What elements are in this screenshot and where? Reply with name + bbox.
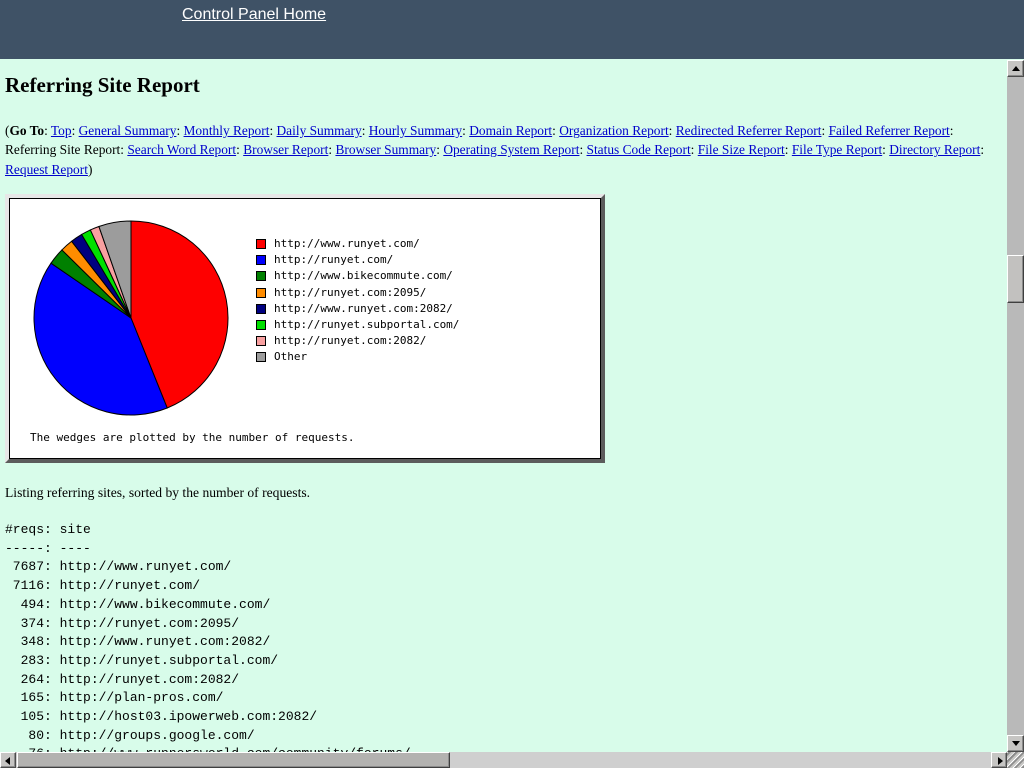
legend-label: http://runyet.com:2095/ [274,286,426,299]
nav-link-daily-summary[interactable]: Daily Summary [277,123,362,138]
legend-label: http://runyet.com:2082/ [274,334,426,347]
listing-intro-text: Listing referring sites, sorted by the n… [5,485,310,501]
vertical-scrollbar-thumb[interactable] [1007,255,1024,303]
nav-link-general-summary[interactable]: General Summary [79,123,177,138]
nav-current-page: Referring Site Report [5,142,120,157]
referring-sites-table: #reqs: site -----: ---- 7687: http://www… [5,521,411,752]
nav-link-browser-report[interactable]: Browser Report [243,142,328,157]
legend-swatch-icon [256,320,266,330]
horizontal-scrollbar-thumb[interactable] [17,752,450,768]
horizontal-scrollbar[interactable] [0,752,1007,768]
goto-label: Go To [9,123,44,138]
nav-link-domain-report[interactable]: Domain Report [469,123,552,138]
legend-swatch-icon [256,271,266,281]
nav-link-hourly-summary[interactable]: Hourly Summary [369,123,462,138]
arrow-right-icon [998,757,1003,765]
pie-chart-note: The wedges are plotted by the number of … [30,431,355,444]
nav-link-browser-summary[interactable]: Browser Summary [335,142,436,157]
page-title: Referring Site Report [5,73,200,98]
legend-label: http://www.runyet.com/ [274,237,420,250]
nav-link-request-report[interactable]: Request Report [5,162,88,177]
legend-label: http://www.bikecommute.com/ [274,269,453,282]
nav-link-failed-referrer-report[interactable]: Failed Referrer Report [829,123,950,138]
legend-swatch-icon [256,255,266,265]
nav-link-organization-report[interactable]: Organization Report [559,123,668,138]
nav-link-status-code-report[interactable]: Status Code Report [587,142,691,157]
nav-link-redirected-referrer-report[interactable]: Redirected Referrer Report [676,123,822,138]
goto-nav: (Go To: Top: General Summary: Monthly Re… [5,121,1007,179]
scroll-down-button[interactable] [1007,735,1024,752]
scroll-right-button[interactable] [991,752,1007,768]
report-frame: Referring Site Report (Go To: Top: Gener… [0,60,1007,752]
legend-swatch-icon [256,352,266,362]
legend-label: http://runyet.subportal.com/ [274,318,459,331]
control-panel-topbar: Control Panel Home [0,0,1024,59]
arrow-down-icon [1012,741,1020,746]
legend-label: Other [274,350,307,363]
nav-link-file-size-report[interactable]: File Size Report [698,142,785,157]
resize-grip-icon [1007,752,1024,768]
legend-swatch-icon [256,336,266,346]
vertical-scrollbar[interactable] [1007,60,1024,752]
arrow-left-icon [5,757,10,765]
legend-swatch-icon [256,239,266,249]
scroll-left-button[interactable] [0,752,16,768]
referrer-pie-chart [31,218,231,418]
nav-link-search-word-report[interactable]: Search Word Report [127,142,236,157]
nav-link-directory-report[interactable]: Directory Report [889,142,980,157]
control-panel-home-link[interactable]: Control Panel Home [182,6,326,24]
legend-label: http://www.runyet.com:2082/ [274,302,453,315]
legend-swatch-icon [256,304,266,314]
nav-link-operating-system-report[interactable]: Operating System Report [443,142,579,157]
legend-swatch-icon [256,288,266,298]
scroll-up-button[interactable] [1007,60,1024,77]
legend-label: http://runyet.com/ [274,253,393,266]
nav-link-monthly-report[interactable]: Monthly Report [184,123,270,138]
nav-link-file-type-report[interactable]: File Type Report [792,142,882,157]
nav-link-top[interactable]: Top [51,123,72,138]
pie-chart-panel-inner: http://www.runyet.com/http://runyet.com/… [9,198,601,459]
arrow-up-icon [1012,66,1020,71]
pie-chart-panel: http://www.runyet.com/http://runyet.com/… [5,194,605,463]
